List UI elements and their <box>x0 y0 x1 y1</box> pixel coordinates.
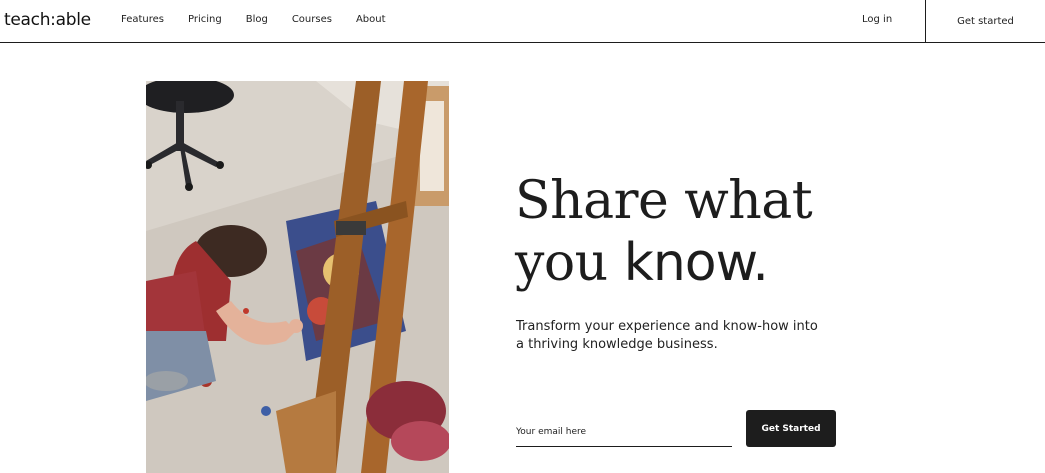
nav-pricing-link[interactable]: Pricing <box>188 14 222 25</box>
top-navigation-bar: teach:able Features Pricing Blog Courses… <box>0 0 1045 43</box>
hero-photo-illustration <box>146 81 449 473</box>
hero-headline: Share what you know. <box>515 170 935 294</box>
get-started-button[interactable]: Get Started <box>746 410 836 447</box>
main-nav: Features Pricing Blog Courses About <box>121 14 410 25</box>
headline-emphasis: know. <box>623 233 769 293</box>
nav-blog-link[interactable]: Blog <box>246 14 268 25</box>
headline-part-2: you <box>515 233 624 293</box>
hero-subtext: Transform your experience and know-how i… <box>516 319 818 352</box>
nav-features-link[interactable]: Features <box>121 14 164 25</box>
nav-about-link[interactable]: About <box>356 14 386 25</box>
login-link[interactable]: Log in <box>862 14 892 25</box>
nav-courses-link[interactable]: Courses <box>292 14 332 25</box>
email-input[interactable] <box>516 418 732 447</box>
header-get-started-button[interactable]: Get started <box>926 0 1045 42</box>
teachable-logo[interactable]: teach:able <box>4 10 91 30</box>
headline-part-1: Share what <box>515 171 813 231</box>
hero-photo <box>146 81 449 473</box>
